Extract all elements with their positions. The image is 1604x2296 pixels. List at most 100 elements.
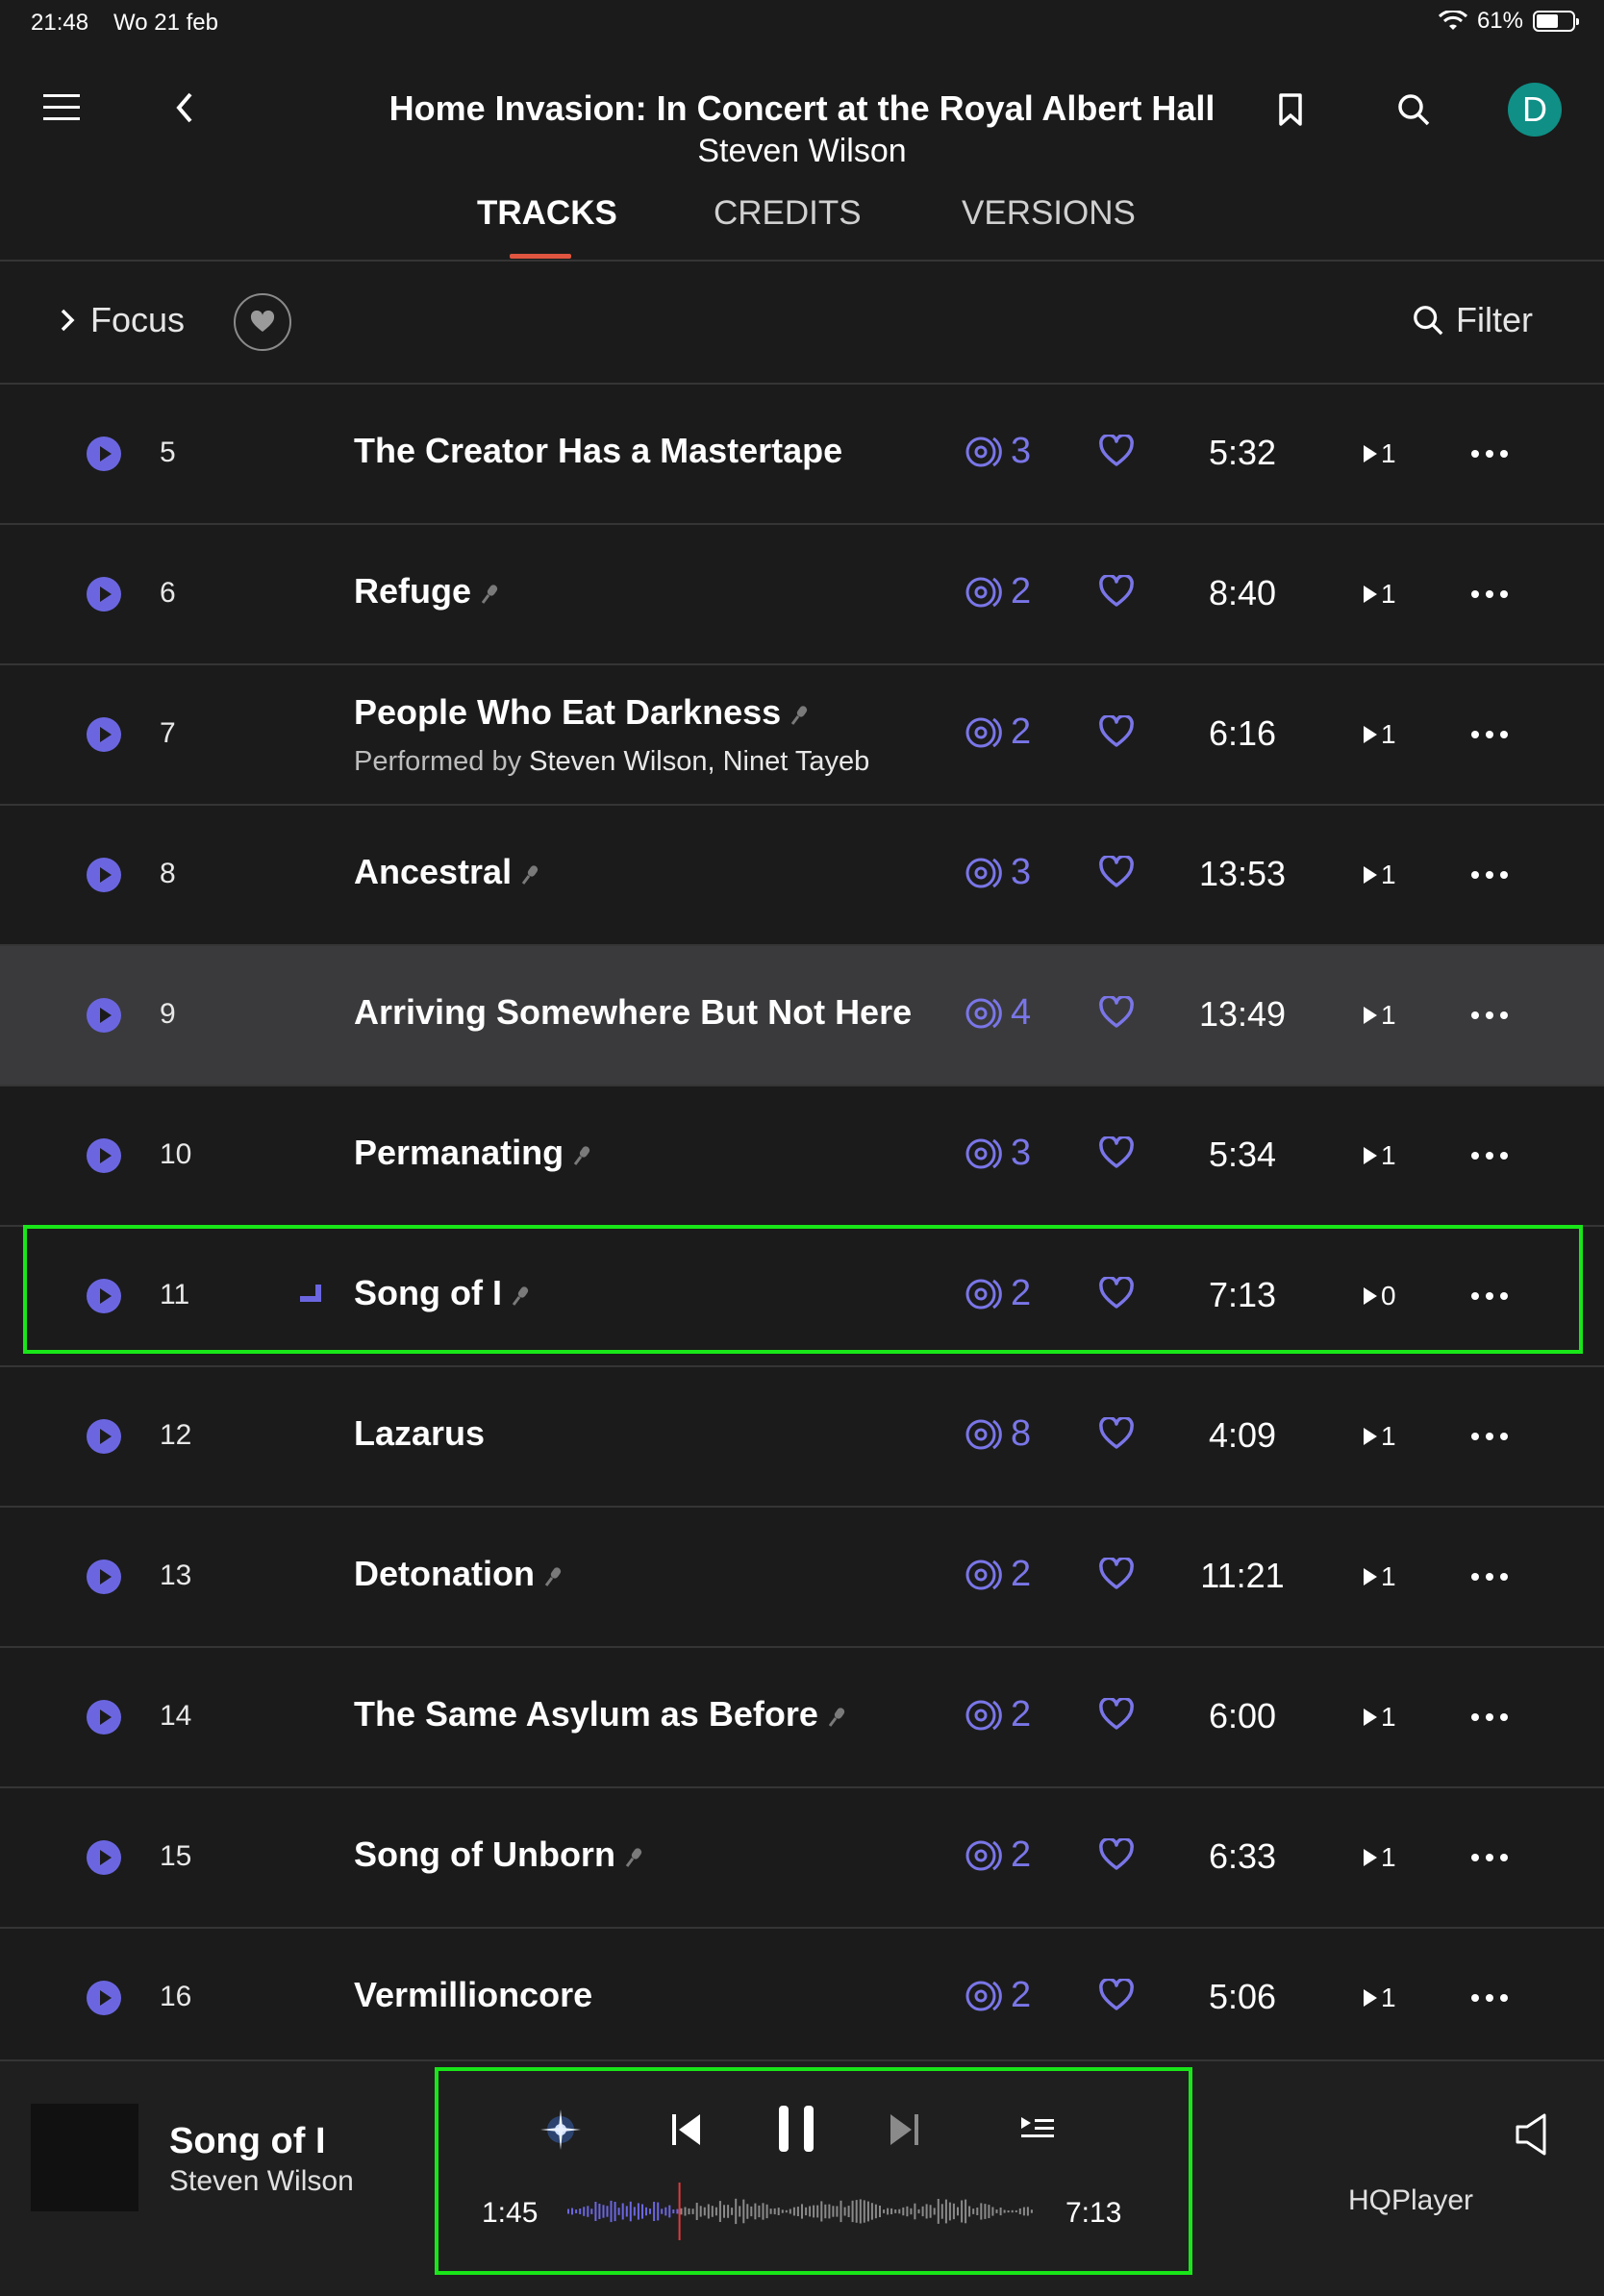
bookmark-icon[interactable] bbox=[1275, 90, 1306, 129]
tab-tracks[interactable]: TRACKS bbox=[477, 194, 617, 233]
track-row[interactable]: 10 Permanating 3 5:34 1 bbox=[0, 1086, 1604, 1227]
track-row[interactable]: 8 Ancestral 3 13:53 1 bbox=[0, 806, 1604, 946]
play-icon[interactable] bbox=[87, 1419, 121, 1454]
heart-icon[interactable] bbox=[1098, 994, 1135, 1034]
track-title[interactable]: People Who Eat Darkness bbox=[354, 692, 808, 735]
pause-icon[interactable] bbox=[775, 2104, 817, 2159]
play-icon[interactable] bbox=[87, 1840, 121, 1875]
versions-button[interactable]: 2 bbox=[965, 1273, 1031, 1314]
track-title[interactable]: Song of I bbox=[354, 1273, 529, 1315]
user-avatar[interactable]: D bbox=[1508, 83, 1562, 137]
waveform-bar bbox=[739, 2206, 741, 2217]
playhead[interactable] bbox=[678, 2183, 681, 2240]
heart-icon[interactable] bbox=[1098, 1135, 1135, 1174]
track-title[interactable]: Detonation bbox=[354, 1554, 562, 1596]
versions-button[interactable]: 2 bbox=[965, 711, 1031, 753]
heart-icon[interactable] bbox=[1098, 573, 1135, 612]
track-title[interactable]: Lazarus bbox=[354, 1413, 485, 1454]
more-icon[interactable] bbox=[1471, 1433, 1508, 1440]
track-row[interactable]: 5 The Creator Has a Mastertape 3 5:32 1 bbox=[0, 385, 1604, 525]
heart-icon[interactable] bbox=[1098, 713, 1135, 753]
track-row[interactable]: 9 Arriving Somewhere But Not Here 4 13:49 1 bbox=[0, 946, 1604, 1086]
heart-icon[interactable] bbox=[1098, 854, 1135, 893]
more-icon[interactable] bbox=[1471, 1713, 1508, 1721]
play-icon[interactable] bbox=[87, 1981, 121, 2015]
more-icon[interactable] bbox=[1471, 1854, 1508, 1861]
radio-icon[interactable] bbox=[537, 2106, 585, 2159]
more-icon[interactable] bbox=[1471, 731, 1508, 738]
play-icon[interactable] bbox=[87, 437, 121, 471]
versions-button[interactable]: 2 bbox=[965, 1694, 1031, 1735]
versions-button[interactable]: 3 bbox=[965, 852, 1031, 893]
heart-icon[interactable] bbox=[1098, 433, 1135, 472]
heart-icon[interactable] bbox=[1098, 1696, 1135, 1735]
more-icon[interactable] bbox=[1471, 1152, 1508, 1160]
track-title[interactable]: Refuge bbox=[354, 571, 498, 613]
waveform-seekbar[interactable] bbox=[565, 2181, 1037, 2242]
next-icon[interactable] bbox=[887, 2111, 921, 2153]
now-playing-title[interactable]: Song of I bbox=[169, 2121, 326, 2162]
track-title[interactable]: Vermillioncore bbox=[354, 1975, 592, 2015]
waveform-bar bbox=[653, 2202, 656, 2221]
favorite-filter-button[interactable] bbox=[234, 293, 291, 351]
track-title[interactable]: Ancestral bbox=[354, 852, 539, 894]
play-icon[interactable] bbox=[87, 717, 121, 752]
play-icon[interactable] bbox=[87, 1700, 121, 1734]
now-playing-artist[interactable]: Steven Wilson bbox=[169, 2165, 354, 2198]
track-row[interactable]: 12 Lazarus 8 4:09 1 bbox=[0, 1367, 1604, 1508]
versions-button[interactable]: 4 bbox=[965, 992, 1031, 1034]
track-row[interactable]: 16 Vermillioncore 2 5:06 1 bbox=[0, 1929, 1604, 2069]
volume-icon[interactable] bbox=[1514, 2111, 1552, 2162]
versions-button[interactable]: 3 bbox=[965, 431, 1031, 472]
heart-icon[interactable] bbox=[1098, 1977, 1135, 2016]
menu-icon[interactable] bbox=[42, 88, 81, 127]
more-icon[interactable] bbox=[1471, 871, 1508, 879]
play-icon[interactable] bbox=[87, 577, 121, 611]
zone-label[interactable]: HQPlayer bbox=[1348, 2184, 1473, 2217]
more-icon[interactable] bbox=[1471, 590, 1508, 598]
search-icon[interactable] bbox=[1394, 90, 1433, 129]
track-title[interactable]: Song of Unborn bbox=[354, 1834, 642, 1877]
track-title[interactable]: Permanating bbox=[354, 1133, 590, 1175]
more-icon[interactable] bbox=[1471, 1573, 1508, 1581]
more-icon[interactable] bbox=[1471, 1292, 1508, 1300]
more-icon[interactable] bbox=[1471, 450, 1508, 458]
heart-icon[interactable] bbox=[1098, 1415, 1135, 1455]
filter-button[interactable]: Filter bbox=[1412, 300, 1533, 340]
focus-button[interactable]: Focus bbox=[60, 300, 185, 340]
tab-credits[interactable]: CREDITS bbox=[714, 194, 862, 233]
album-art[interactable] bbox=[31, 2104, 138, 2211]
heart-icon[interactable] bbox=[1098, 1275, 1135, 1314]
track-title[interactable]: The Same Asylum as Before bbox=[354, 1694, 845, 1736]
track-row[interactable]: 6 Refuge 2 8:40 1 bbox=[0, 525, 1604, 665]
track-row[interactable]: 7 People Who Eat Darkness Performed by Ste… bbox=[0, 665, 1604, 806]
track-row[interactable]: 14 The Same Asylum as Before 2 6:00 1 bbox=[0, 1648, 1604, 1788]
previous-icon[interactable] bbox=[669, 2111, 704, 2153]
versions-button[interactable]: 3 bbox=[965, 1133, 1031, 1174]
waveform-bar bbox=[1015, 2209, 1017, 2212]
tab-versions[interactable]: VERSIONS bbox=[962, 194, 1136, 233]
track-row[interactable]: 15 Song of Unborn 2 6:33 1 bbox=[0, 1788, 1604, 1929]
versions-button[interactable]: 2 bbox=[965, 1834, 1031, 1876]
track-row[interactable]: 11 Song of I 2 7:13 0 bbox=[0, 1227, 1604, 1367]
versions-button[interactable]: 2 bbox=[965, 1554, 1031, 1595]
album-artist[interactable]: Steven Wilson bbox=[321, 133, 1283, 170]
versions-button[interactable]: 2 bbox=[965, 571, 1031, 612]
versions-button[interactable]: 8 bbox=[965, 1413, 1031, 1455]
heart-icon[interactable] bbox=[1098, 1836, 1135, 1876]
queue-icon[interactable] bbox=[1019, 2113, 1056, 2149]
back-icon[interactable] bbox=[169, 88, 198, 127]
track-title[interactable]: The Creator Has a Mastertape bbox=[354, 431, 842, 471]
track-row[interactable]: 13 Detonation 2 11:21 1 bbox=[0, 1508, 1604, 1648]
play-icon[interactable] bbox=[87, 1138, 121, 1173]
play-icon[interactable] bbox=[87, 858, 121, 892]
waveform-bar bbox=[1026, 2207, 1029, 2216]
versions-button[interactable]: 2 bbox=[965, 1975, 1031, 2016]
play-icon[interactable] bbox=[87, 1560, 121, 1594]
more-icon[interactable] bbox=[1471, 1994, 1508, 2002]
more-icon[interactable] bbox=[1471, 1011, 1508, 1019]
track-title[interactable]: Arriving Somewhere But Not Here bbox=[354, 992, 912, 1033]
play-icon[interactable] bbox=[87, 998, 121, 1033]
heart-icon[interactable] bbox=[1098, 1556, 1135, 1595]
play-icon[interactable] bbox=[87, 1279, 121, 1313]
